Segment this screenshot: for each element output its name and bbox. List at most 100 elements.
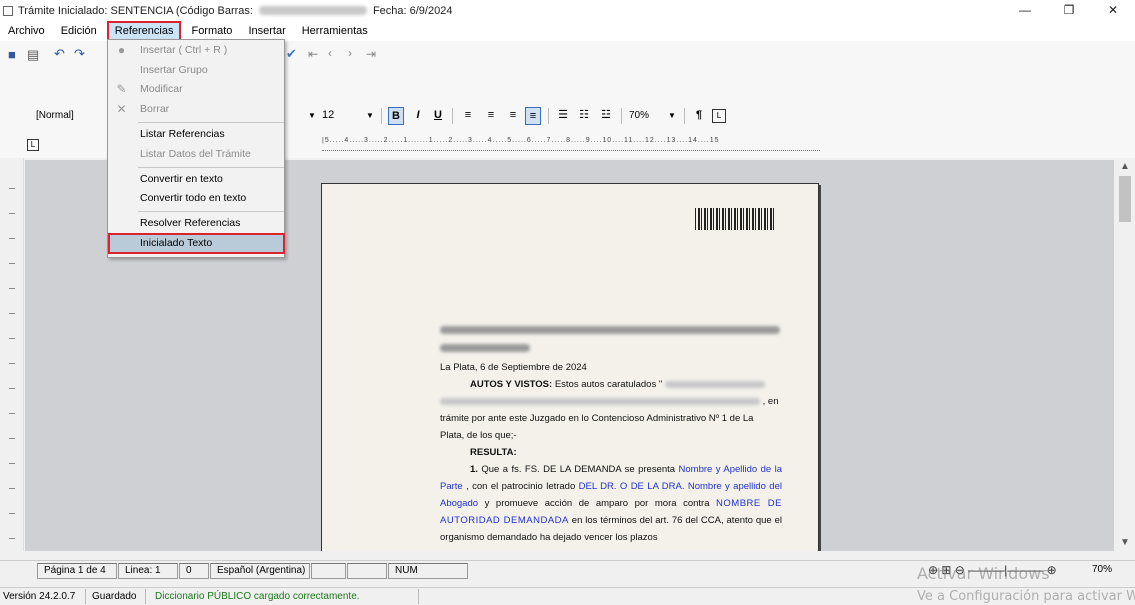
spellcheck-icon[interactable]: ✔ <box>286 46 297 62</box>
separator <box>621 108 622 124</box>
document-page[interactable]: La Plata, 6 de Septiembre de 2024 AUTOS … <box>321 183 819 551</box>
close-button[interactable]: ✕ <box>1091 0 1135 21</box>
separator <box>548 108 549 124</box>
menu-item-resolver-referencias[interactable]: Resolver Referencias <box>109 214 284 233</box>
underline-button[interactable]: U <box>430 107 446 125</box>
redacted-heading <box>440 324 780 352</box>
menu-item-convertir-texto[interactable]: Convertir en texto <box>109 170 284 189</box>
save-icon[interactable]: ■ <box>8 47 16 62</box>
tab-type-icon[interactable]: L <box>27 139 39 151</box>
window-title: Trámite Inicialado: SENTENCIA (Código Ba… <box>18 4 253 17</box>
numbering-icon[interactable]: ☷ <box>576 107 592 125</box>
last-ref-icon[interactable]: ⇥ <box>366 47 376 61</box>
activate-windows-hint: Ve a Configuración para activar W <box>917 589 1135 604</box>
saved-label: Guardado <box>92 591 137 602</box>
modify-icon: ✎ <box>116 82 127 96</box>
menu-item-listar-datos[interactable]: Listar Datos del Trámite <box>109 145 284 164</box>
menu-item-modificar[interactable]: ✎ Modificar <box>109 80 284 99</box>
menu-item-inicialado-texto[interactable]: Inicialado Texto <box>108 233 285 254</box>
font-size-dropdown-arrow[interactable]: ▼ <box>362 107 378 125</box>
horizontal-ruler[interactable]: |5.....4.....3.....2.....1.......1.....2… <box>322 137 820 151</box>
separator <box>418 589 419 604</box>
bold-button[interactable]: B <box>388 107 404 125</box>
align-left-icon[interactable]: ≡ <box>460 107 476 125</box>
numlock-indicator: NUM <box>388 563 468 579</box>
menu-insertar[interactable]: Insertar <box>240 22 293 40</box>
barcode-image <box>695 208 775 230</box>
window-title-date: Fecha: 6/9/2024 <box>372 4 453 17</box>
menu-archivo[interactable]: Archivo <box>0 22 53 40</box>
language-indicator: Español (Argentina) <box>210 563 310 579</box>
zoom-combo[interactable]: 70% <box>629 107 659 125</box>
menu-edicion[interactable]: Edición <box>53 22 105 40</box>
scroll-up-icon[interactable]: ▲ <box>1115 158 1135 175</box>
separator <box>85 589 86 604</box>
document-body[interactable]: La Plata, 6 de Septiembre de 2024 AUTOS … <box>440 359 782 546</box>
place-date: La Plata, 6 de Septiembre de 2024 <box>440 362 587 373</box>
menu-item-listar-referencias[interactable]: Listar Referencias <box>109 125 284 144</box>
undo-icon[interactable]: ↶ <box>54 46 65 62</box>
column-indicator: 0 <box>179 563 209 579</box>
separator <box>684 108 685 124</box>
paragraph-1: 1. Que a fs. FS. DE LA DEMANDA se presen… <box>440 464 783 543</box>
redacted-barcode <box>258 6 367 15</box>
version-label: Versión 24.2.0.7 <box>3 591 76 602</box>
font-size-combo[interactable]: 12 <box>322 107 344 125</box>
justify-icon[interactable]: ≡ <box>525 107 541 125</box>
show-marks-button[interactable]: ¶ <box>691 107 707 125</box>
align-right-icon[interactable]: ≡ <box>505 107 521 125</box>
style-combo[interactable]: [Normal] <box>36 110 74 121</box>
insert-reference-icon: ● <box>117 43 126 57</box>
dictionary-status: Diccionario PÚBLICO cargado correctament… <box>155 591 360 602</box>
print-icon[interactable]: ▤ <box>27 47 39 63</box>
app-icon <box>3 5 13 16</box>
status-empty-1 <box>311 563 346 579</box>
zoom-dropdown-arrow[interactable]: ▼ <box>664 107 680 125</box>
minimize-button[interactable]: — <box>1003 0 1047 21</box>
menu-separator <box>138 211 284 212</box>
menu-herramientas[interactable]: Herramientas <box>294 22 376 40</box>
italic-button[interactable]: I <box>410 107 426 125</box>
separator <box>381 108 382 124</box>
next-ref-icon[interactable]: › <box>348 46 352 60</box>
prev-ref-icon[interactable]: ‹ <box>328 46 332 60</box>
vertical-scrollbar[interactable]: ▲ ▼ <box>1115 158 1135 551</box>
tab-stop-icon[interactable]: L <box>712 109 726 123</box>
referencias-dropdown: ● Insertar ( Ctrl + R ) Insertar Grupo ✎… <box>107 39 285 258</box>
menu-item-borrar[interactable]: ✕ Borrar <box>109 100 284 119</box>
body-line: trámite por ante este Juzgado en lo Cont… <box>440 413 754 424</box>
menu-separator <box>138 122 284 123</box>
indent-icon[interactable]: ☳ <box>598 107 614 125</box>
separator <box>145 589 146 604</box>
maximize-button[interactable]: ❐ <box>1047 0 1091 21</box>
menu-referencias[interactable]: Referencias <box>106 21 182 41</box>
separator <box>452 108 453 124</box>
bottom-bar: Versión 24.2.0.7 Guardado Diccionario PÚ… <box>0 587 1135 605</box>
align-center-icon[interactable]: ≡ <box>483 107 499 125</box>
autos-line: AUTOS Y VISTOS: Estos autos caratulados … <box>440 376 782 393</box>
scroll-thumb[interactable] <box>1119 176 1131 222</box>
menu-formato[interactable]: Formato <box>183 22 240 40</box>
scroll-down-icon[interactable]: ▼ <box>1115 534 1135 551</box>
vertical-ruler[interactable] <box>0 158 24 551</box>
status-empty-2 <box>347 563 387 579</box>
menu-separator <box>138 167 284 168</box>
font-dropdown-arrow[interactable]: ▼ <box>304 107 320 125</box>
status-bar: Página 1 de 4 Linea: 1 0 Español (Argent… <box>0 560 1135 583</box>
redo-icon[interactable]: ↷ <box>74 46 85 62</box>
body-line: Plata, de los que;- <box>440 430 517 441</box>
menu-item-convertir-todo[interactable]: Convertir todo en texto <box>109 189 284 208</box>
menu-item-insertar[interactable]: ● Insertar ( Ctrl + R ) <box>109 41 284 60</box>
activate-windows-watermark: Activar Windows <box>917 564 1050 583</box>
menu-item-insertar-grupo[interactable]: Insertar Grupo <box>109 61 284 80</box>
page-indicator: Página 1 de 4 <box>37 563 117 579</box>
resulta-heading: RESULTA: <box>470 447 517 458</box>
line-indicator: Linea: 1 <box>118 563 178 579</box>
redacted-caption: , en <box>440 393 782 410</box>
bullets-icon[interactable]: ☰ <box>555 107 571 125</box>
delete-icon: ✕ <box>116 102 127 116</box>
zoom-percentage: 70% <box>1092 564 1113 575</box>
title-bar: Trámite Inicialado: SENTENCIA (Código Ba… <box>0 0 1135 21</box>
first-ref-icon[interactable]: ⇤ <box>308 47 318 61</box>
menu-bar: Archivo Edición Referencias Formato Inse… <box>0 21 1135 41</box>
